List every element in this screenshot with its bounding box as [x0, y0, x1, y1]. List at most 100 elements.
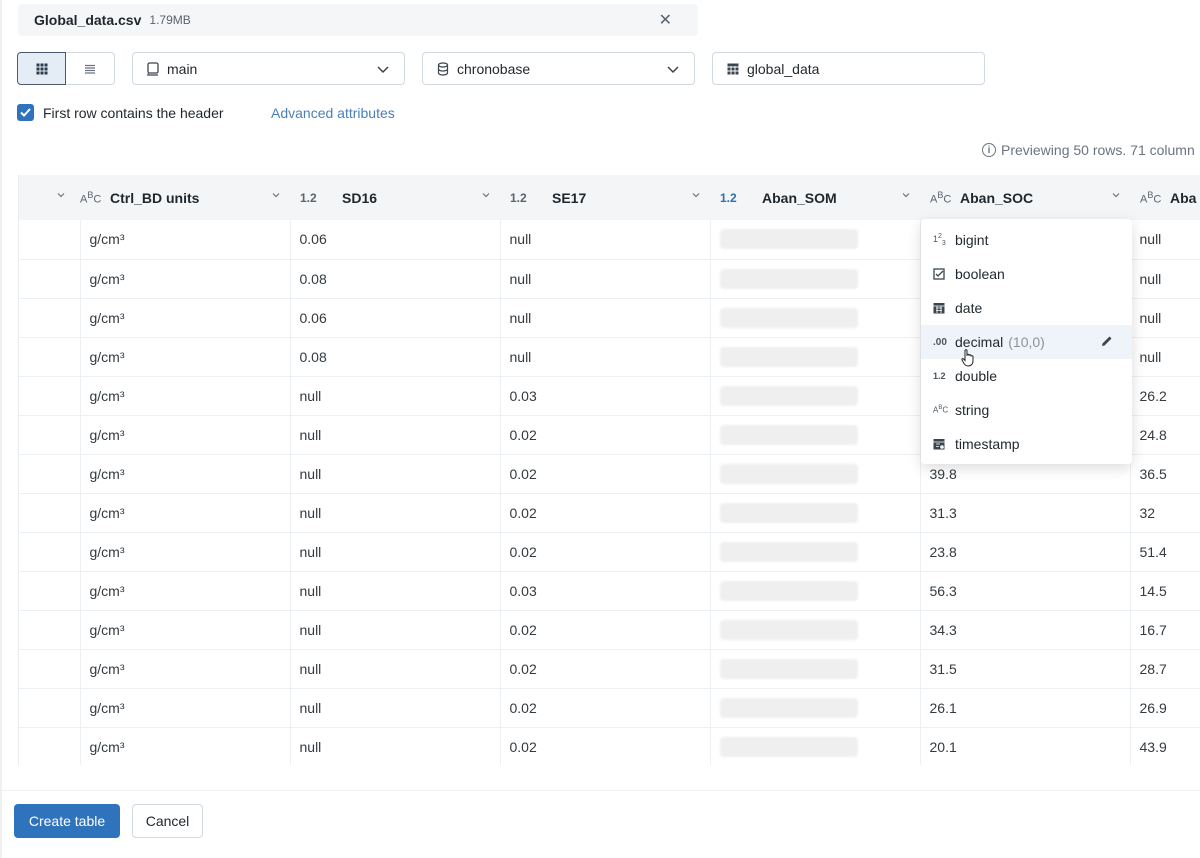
table-cell: g/cm³ — [80, 337, 291, 377]
decimal-icon: .00 — [933, 336, 947, 348]
redacted-value — [719, 385, 858, 406]
redacted-value — [719, 658, 858, 679]
chevron-down-icon[interactable] — [481, 190, 491, 200]
table-cell: g/cm³ — [80, 376, 291, 416]
table-cell — [710, 610, 921, 650]
table-row: g/cm³ null 0.03 56.3 14.5 — [19, 571, 1200, 611]
type-option-timestamp[interactable]: timestamp — [921, 427, 1132, 461]
chevron-down-icon[interactable] — [901, 190, 911, 200]
column-header: ABC Aba — [1130, 175, 1200, 220]
table-cell: 26.2 — [1130, 376, 1200, 416]
type-option-date[interactable]: date — [921, 291, 1132, 325]
table-cell: g/cm³ — [80, 727, 291, 765]
header-row-option[interactable]: First row contains the header — [17, 104, 224, 121]
table-cell: g/cm³ — [80, 649, 291, 689]
table-cell: 0.02 — [500, 454, 711, 494]
chevron-down-icon[interactable] — [271, 190, 281, 200]
table-cell: 24.8 — [1130, 415, 1200, 455]
redacted-value — [719, 502, 858, 523]
view-toggle — [17, 52, 115, 85]
table-name-input[interactable]: global_data — [712, 52, 985, 85]
row-gutter-cell — [19, 727, 81, 765]
table-cell: null — [500, 220, 711, 260]
table-row: g/cm³ null 0.02 23.8 51.4 — [19, 532, 1200, 572]
table-grid-icon — [35, 62, 48, 75]
table-row: g/cm³ null 0.02 26.1 26.9 — [19, 688, 1200, 728]
table-cell: g/cm³ — [80, 454, 291, 494]
schema-select[interactable]: chronobase — [422, 52, 695, 85]
table-cell: 0.02 — [500, 727, 711, 765]
row-gutter-cell — [19, 610, 81, 650]
type-option-label: bigint — [955, 232, 989, 248]
cancel-button[interactable]: Cancel — [132, 804, 203, 838]
table-cell: 28.7 — [1130, 649, 1200, 689]
table-cell: null — [290, 571, 501, 611]
string-icon: ABC — [933, 405, 949, 415]
table-cell: 43.9 — [1130, 727, 1200, 765]
type-option-string[interactable]: ABC string — [921, 393, 1132, 427]
row-gutter-cell — [19, 493, 81, 533]
table-cell — [710, 415, 921, 455]
table-cell: 0.02 — [500, 610, 711, 650]
type-option-label: double — [955, 368, 998, 384]
redacted-value — [719, 268, 858, 289]
double-type-icon[interactable]: 1.2 — [300, 191, 322, 205]
table-cell: null — [290, 727, 501, 765]
table-cell: g/cm³ — [80, 688, 291, 728]
string-type-icon[interactable]: ABC — [80, 190, 102, 205]
redacted-value — [719, 541, 858, 562]
hand-cursor-icon — [961, 349, 974, 367]
header-checkbox[interactable] — [17, 104, 34, 121]
type-option-label: date — [955, 300, 983, 316]
checkbox-icon — [933, 268, 955, 280]
file-info-bar: Global_data.csv 1.79MB ✕ — [18, 4, 698, 36]
row-gutter-cell — [19, 415, 81, 455]
type-option-decimal[interactable]: .00 decimal (10,0) — [921, 325, 1132, 359]
redacted-value — [719, 346, 858, 367]
table-cell — [710, 649, 921, 689]
create-table-button[interactable]: Create table — [14, 804, 120, 838]
bigint-icon: 123 — [933, 233, 946, 247]
list-icon — [85, 64, 95, 74]
column-header: 1.2 SE17 — [500, 175, 710, 220]
double-type-icon[interactable]: 1.2 — [510, 191, 532, 205]
database-icon — [437, 61, 449, 76]
double-icon: 1.2 — [933, 371, 946, 381]
pencil-icon[interactable] — [1100, 334, 1114, 348]
table-cell: null — [290, 454, 501, 494]
catalog-select[interactable]: main — [132, 52, 405, 85]
column-name: Aba — [1170, 189, 1197, 206]
catalog-value: main — [167, 60, 198, 77]
table-cell: 56.3 — [920, 571, 1131, 611]
table-cell — [710, 532, 921, 572]
file-name: Global_data.csv — [34, 12, 142, 28]
table-cell: null — [290, 649, 501, 689]
column-name: Ctrl_BD units — [110, 189, 200, 206]
type-option-double[interactable]: 1.2 double — [921, 359, 1132, 393]
table-cell: 0.02 — [500, 532, 711, 572]
type-option-label: string — [955, 402, 990, 418]
string-type-icon[interactable]: ABC — [1140, 190, 1162, 205]
double-type-icon[interactable]: 1.2 — [720, 191, 742, 205]
decimal-precision: (10,0) — [1008, 334, 1045, 350]
chevron-down-icon[interactable] — [56, 190, 66, 200]
table-cell: null — [290, 415, 501, 455]
advanced-attributes-link[interactable]: Advanced attributes — [271, 105, 395, 121]
footer-divider — [0, 790, 1200, 791]
chevron-down-icon[interactable] — [691, 190, 701, 200]
preview-text: Previewing 50 rows. 71 column — [1001, 142, 1195, 158]
table-cell: null — [1130, 220, 1200, 260]
type-option-bigint[interactable]: 123 bigint — [921, 223, 1132, 257]
grid-view-button[interactable] — [17, 52, 66, 85]
table-cell — [710, 493, 921, 533]
redacted-value — [719, 736, 858, 757]
redacted-value — [719, 619, 858, 640]
string-type-icon[interactable]: ABC — [930, 190, 952, 205]
type-option-label: boolean — [955, 266, 1005, 282]
chevron-down-icon[interactable] — [1111, 190, 1121, 200]
row-gutter-cell — [19, 571, 81, 611]
type-option-boolean[interactable]: boolean — [921, 257, 1132, 291]
list-view-button[interactable] — [66, 52, 115, 85]
table-cell: null — [500, 298, 711, 338]
close-icon[interactable]: ✕ — [659, 10, 672, 30]
